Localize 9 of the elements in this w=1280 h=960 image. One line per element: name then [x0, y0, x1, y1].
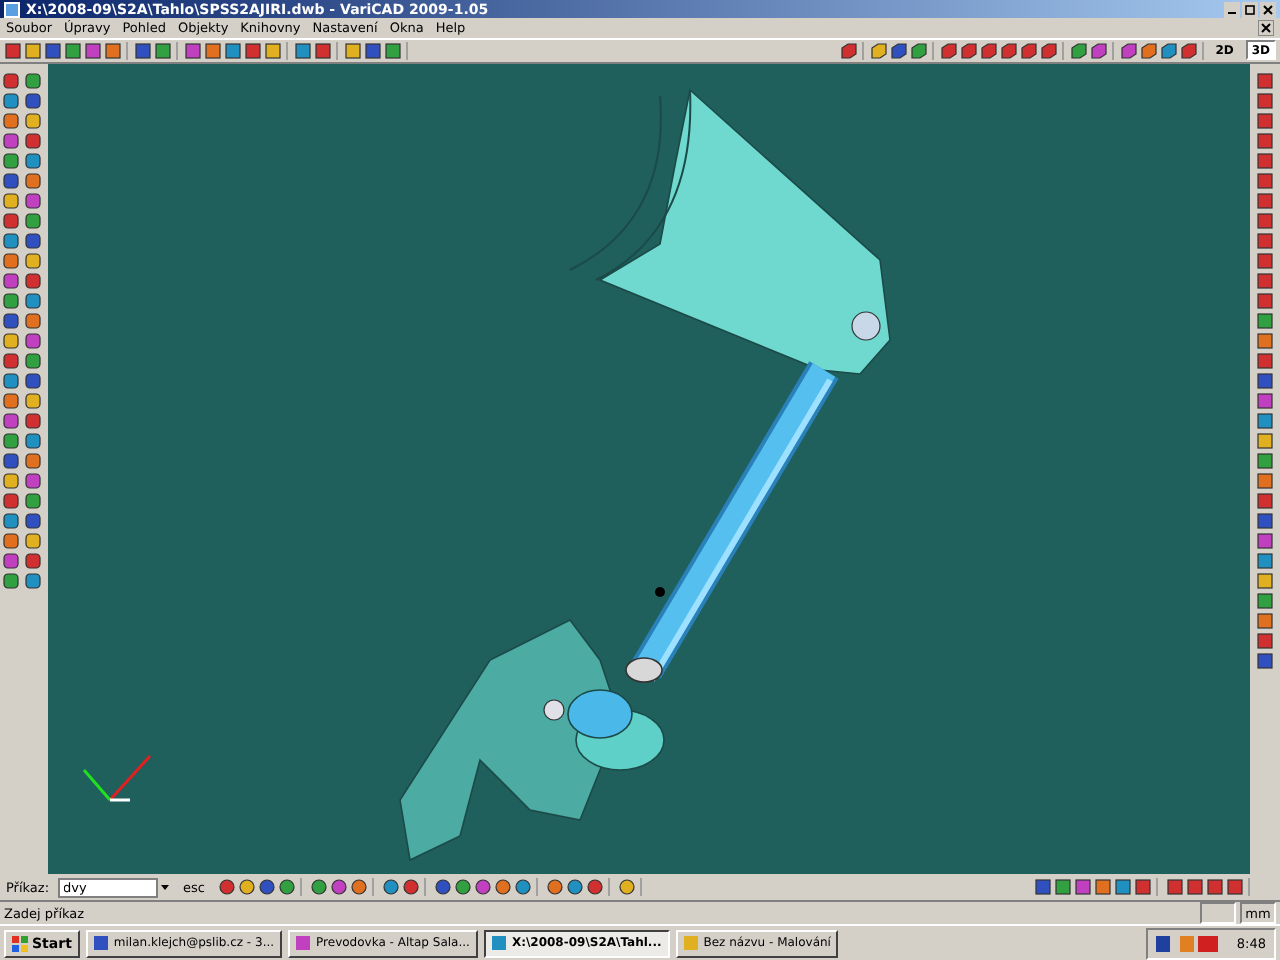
- app-icon: [4, 1, 20, 18]
- program-icon: [296, 936, 311, 951]
- windows-logo-icon: [12, 935, 28, 952]
- axis-triad-icon: [82, 755, 152, 802]
- program-icon: [93, 936, 108, 951]
- program-icon: [683, 936, 698, 951]
- program-icon: [491, 936, 506, 951]
- close-icon[interactable]: [1258, 20, 1274, 37]
- window-controls-icon[interactable]: [1224, 1, 1276, 18]
